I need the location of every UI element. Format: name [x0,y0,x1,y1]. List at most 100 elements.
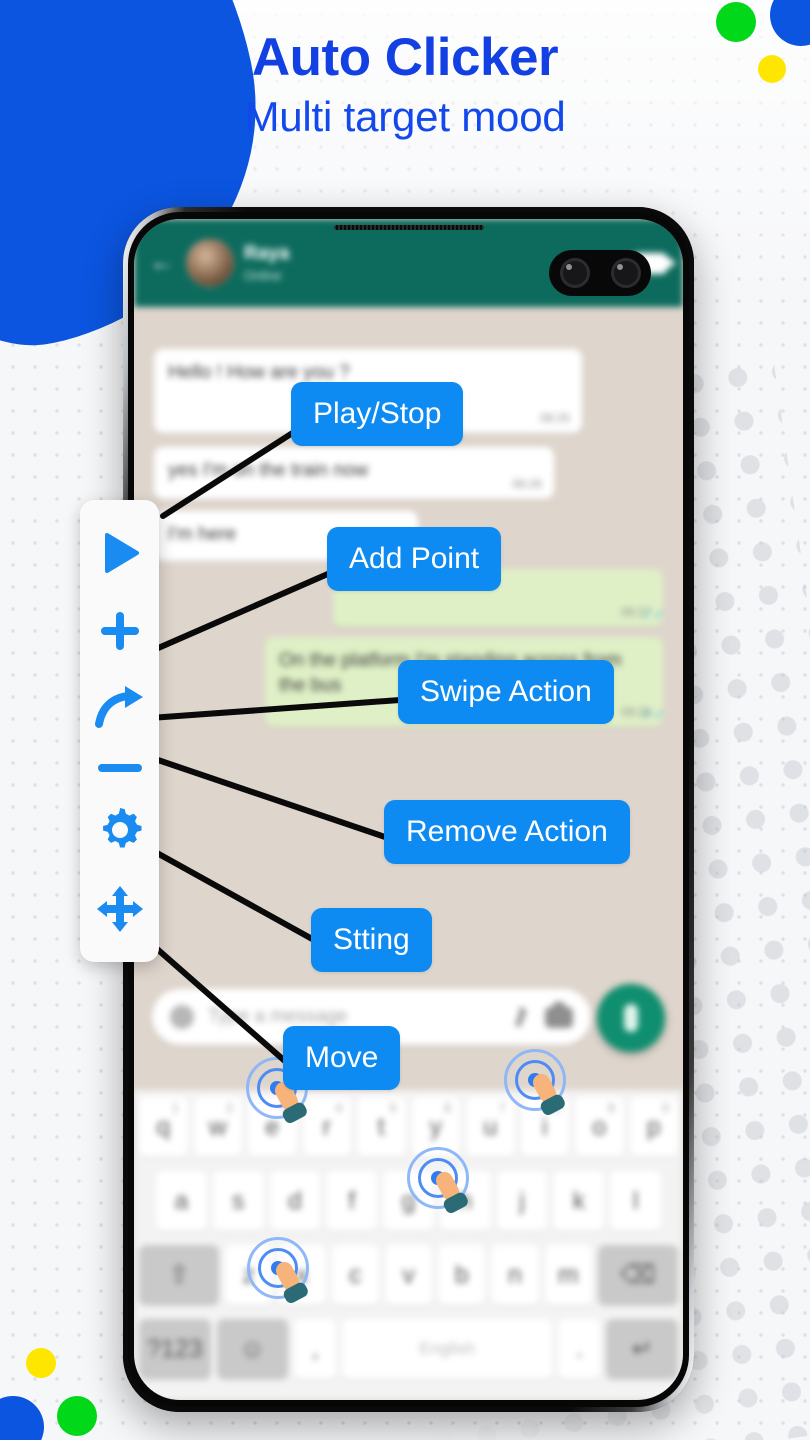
key[interactable]: m [544,1245,592,1305]
callout-move[interactable]: Move [283,1026,401,1090]
move-arrows-icon[interactable] [96,885,144,933]
key-label: f [348,1186,356,1215]
message-text: yes I'm on the train now [168,460,369,481]
key-label: ?123 [146,1334,203,1363]
key-label: m [557,1260,579,1289]
dual-camera-cutout [549,250,651,296]
key-label: r [322,1112,331,1141]
key-label: k [572,1186,586,1215]
shift-key[interactable]: ⇧ [138,1245,220,1305]
contact-status: Online [244,268,282,283]
key-label: t [377,1112,385,1141]
back-arrow-icon[interactable]: ← [150,251,174,275]
message-time: 08:26 [511,477,542,492]
key-label: o [592,1112,607,1141]
key-sup: 4 [335,1101,342,1115]
key-label: English [419,1339,476,1358]
promo-headings: Auto Clicker Multi target mood [0,30,810,140]
key-label: i [541,1112,548,1141]
contact-name: Raya [244,243,290,264]
key-label: ↵ [631,1335,653,1363]
key[interactable]: f [326,1171,378,1231]
key[interactable]: 0p [629,1097,678,1157]
tap-marker-2 [504,1049,567,1118]
key[interactable]: v [384,1245,433,1305]
key-label: c [349,1260,362,1289]
page-title: Auto Clicker [251,28,559,87]
auto-clicker-floating-toolbar[interactable] [80,500,159,962]
comma-key[interactable]: , [294,1319,337,1379]
key-label: . [575,1334,583,1363]
message-input-placeholder: Type a message [208,1006,348,1027]
earpiece-speaker [333,225,484,230]
key[interactable]: 5t [357,1097,406,1157]
key[interactable]: 2w [193,1097,242,1157]
key[interactable]: k [553,1171,605,1231]
key-label: b [454,1260,469,1289]
message-text: I'm here [168,524,237,545]
gear-icon[interactable] [96,806,144,854]
enter-key[interactable]: ↵ [606,1319,678,1379]
key-sup: 5 [389,1101,397,1115]
space-key[interactable]: English [342,1319,553,1379]
key[interactable]: n [491,1245,539,1305]
key[interactable]: 9o [575,1097,624,1157]
key-label: y [429,1112,443,1141]
key-label: , [311,1334,319,1363]
key[interactable]: s [212,1171,264,1231]
keyboard-row: ?123 ☺ , English . ↵ [134,1312,683,1386]
key-label: u [483,1112,498,1141]
backspace-key[interactable]: ⌫ [597,1245,679,1305]
key[interactable]: 4r [302,1097,351,1157]
dot-yellow-bottom [26,1348,56,1378]
key-label: ⇧ [168,1261,190,1289]
callout-play-stop[interactable]: Play/Stop [291,382,464,446]
avatar[interactable] [186,239,234,287]
key-sup: 1 [171,1101,179,1115]
callout-add-point[interactable]: Add Point [327,527,502,591]
key-label: a [174,1186,189,1215]
key-label: l [632,1186,639,1215]
key-label: v [402,1260,415,1289]
read-receipt-icon: ✓✓ [641,705,665,722]
message-time: 08:25 [539,411,570,426]
key-label: q [156,1112,171,1141]
tap-marker-4 [247,1237,310,1306]
key[interactable]: 1q [139,1097,188,1157]
plus-icon[interactable] [96,607,144,655]
key-label: w [208,1112,227,1141]
key-label: p [646,1112,661,1141]
key[interactable]: a [155,1171,207,1231]
key-sup: 6 [444,1101,451,1115]
message-text: Hello ! How are you ? [168,362,350,383]
callout-swipe-action[interactable]: Swipe Action [398,660,614,724]
key[interactable]: l [610,1171,662,1231]
emoji-icon[interactable] [170,1005,194,1029]
key-label: j [519,1186,525,1215]
camera-lens-left [559,258,590,288]
camera-icon[interactable] [545,1001,573,1028]
swipe-arrow-icon[interactable] [94,685,145,730]
callout-stting[interactable]: Stting [311,908,432,972]
key-label: ⌫ [620,1261,656,1289]
key-label: n [507,1260,522,1289]
emoji-key[interactable]: ☺ [216,1319,289,1379]
key-sup: 9 [607,1101,615,1115]
onscreen-keyboard: 1q 2w 3e 4r 5t 6y 7u 8i 9o 0p a [134,1090,683,1400]
key[interactable]: b [438,1245,486,1305]
key[interactable]: d [269,1171,321,1231]
camera-lens-right [610,258,641,288]
read-receipt-icon: ✓✓ [641,605,665,622]
key[interactable]: j [496,1171,548,1231]
minus-icon[interactable] [96,760,144,776]
key[interactable]: c [331,1245,379,1305]
callout-remove-action[interactable]: Remove Action [384,800,630,864]
mic-icon[interactable] [597,984,665,1052]
symbols-key[interactable]: ?123 [139,1319,211,1379]
paperclip-icon[interactable] [514,1006,527,1028]
page-subtitle: Multi target mood [244,92,566,140]
play-icon[interactable] [96,529,144,577]
key-label: d [287,1186,302,1215]
key-sup: 0 [662,1101,669,1115]
period-key[interactable]: . [558,1319,601,1379]
